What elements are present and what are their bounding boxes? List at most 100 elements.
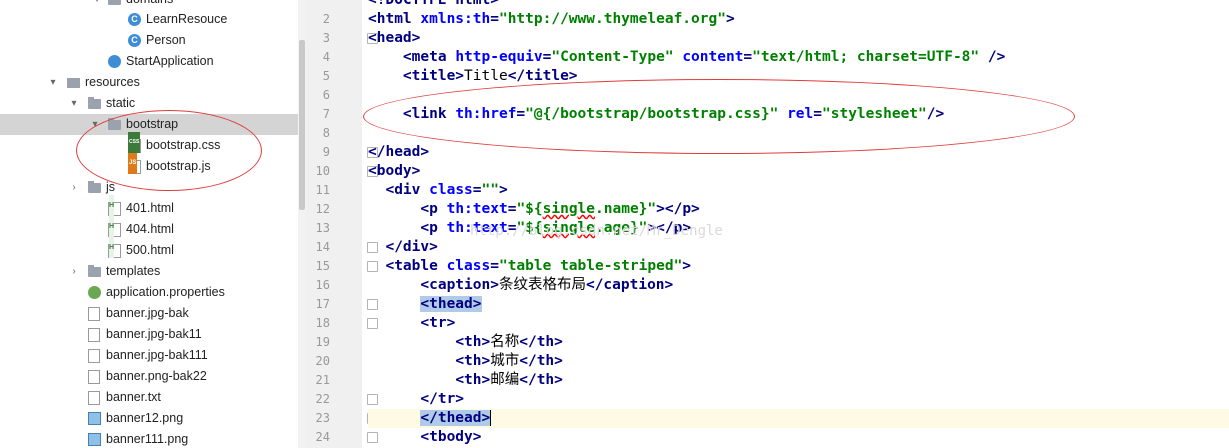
code-token: <head> bbox=[368, 30, 421, 46]
code-token: </div> bbox=[385, 239, 438, 255]
code-token: <!DOCTYPE html> bbox=[368, 0, 499, 8]
tree-item-banner-jpg-bak[interactable]: banner.jpg-bak bbox=[0, 303, 298, 324]
code-token: <th> bbox=[455, 334, 491, 350]
code-line[interactable]: <html xmlns:th="http://www.thymeleaf.org… bbox=[368, 10, 1229, 29]
code-token: = bbox=[743, 49, 753, 65]
code-line[interactable]: <caption>条纹表格布局</caption> bbox=[368, 276, 1229, 295]
tree-item-label: 500.html bbox=[126, 243, 174, 257]
folder-icon bbox=[88, 265, 101, 277]
code-line[interactable]: <table class="table table-striped"> bbox=[368, 257, 1229, 276]
code-token: </head> bbox=[368, 144, 430, 160]
line-number: 16 bbox=[315, 278, 330, 292]
code-line[interactable]: </thead> bbox=[368, 409, 1229, 428]
html-file-icon bbox=[108, 237, 121, 258]
code-line-partial[interactable]: <!DOCTYPE html> bbox=[368, 0, 1229, 10]
tree-item-404-html[interactable]: 404.html bbox=[0, 216, 298, 240]
tree-item-401-html[interactable]: 401.html bbox=[0, 195, 298, 219]
spring-app-icon bbox=[108, 55, 121, 68]
project-tree-scrollbar-thumb[interactable] bbox=[299, 40, 305, 210]
code-token: Title bbox=[464, 68, 508, 84]
line-number: 4 bbox=[322, 50, 330, 64]
line-number: 5 bbox=[322, 69, 330, 83]
code-line[interactable]: <body> bbox=[368, 162, 1229, 181]
code-line[interactable]: <tr> bbox=[368, 314, 1229, 333]
code-line[interactable]: <div class=""> bbox=[368, 181, 1229, 200]
code-token: <th> bbox=[455, 372, 491, 388]
code-token: </th> bbox=[519, 353, 563, 369]
watermark-text: http://blog.csdn.net/Mr_Dengle bbox=[470, 223, 723, 239]
tree-item-templates[interactable]: › templates bbox=[0, 261, 298, 282]
chevron-down-icon[interactable]: ▾ bbox=[47, 72, 59, 93]
code-token: 城市 bbox=[490, 353, 520, 369]
code-token: "http://www.thymeleaf.org" bbox=[498, 11, 726, 27]
line-number: 14 bbox=[315, 240, 330, 254]
tree-item-banner-jpg-bak11[interactable]: banner.jpg-bak11 bbox=[0, 324, 298, 345]
tree-item-label: Person bbox=[146, 33, 186, 47]
code-token: <p bbox=[420, 220, 447, 236]
image-file-icon bbox=[88, 433, 101, 446]
code-token: > bbox=[498, 182, 508, 198]
code-line[interactable]: <head> bbox=[368, 29, 1229, 48]
line-number: 8 bbox=[322, 126, 330, 140]
code-token: "text/html; charset=UTF-8" bbox=[752, 49, 988, 65]
tree-item-label: resources bbox=[85, 75, 140, 89]
line-number: 2 bbox=[322, 12, 330, 26]
code-line[interactable]: <tbody> bbox=[368, 428, 1229, 447]
tree-item-banner-jpg-bak111[interactable]: banner.jpg-bak111 bbox=[0, 345, 298, 366]
folder-icon bbox=[88, 97, 101, 109]
tree-item-banner-txt[interactable]: banner.txt bbox=[0, 387, 298, 408]
code-line[interactable]: <th>城市</th> bbox=[368, 352, 1229, 371]
code-line[interactable]: <th>邮编</th> bbox=[368, 371, 1229, 390]
code-token: single bbox=[542, 201, 596, 217]
code-token: = bbox=[472, 182, 482, 198]
tree-item-label: banner12.png bbox=[106, 411, 184, 425]
text-file-icon bbox=[88, 307, 100, 321]
code-token: <meta bbox=[402, 49, 456, 65]
chevron-down-icon[interactable]: ▾ bbox=[68, 93, 80, 114]
code-token: http-equiv bbox=[455, 49, 543, 65]
tree-item-banner111-png[interactable]: banner111.png bbox=[0, 429, 298, 448]
tree-item-application-properties[interactable]: application.properties bbox=[0, 282, 298, 303]
tree-item-person[interactable]: C Person bbox=[0, 30, 298, 51]
code-line[interactable]: <meta http-equiv="Content-Type" content=… bbox=[368, 48, 1229, 67]
line-number: 6 bbox=[322, 88, 330, 102]
code-token: <th> bbox=[455, 353, 491, 369]
code-line[interactable]: <thead> bbox=[368, 295, 1229, 314]
editor-gutter: 2 3 4 5 6 7 8 9 10 11 12 13 14 15 16 17 18 19 20 21 22 23 24 bbox=[306, 0, 378, 448]
code-token: <title> bbox=[402, 68, 465, 84]
tree-item-label: 401.html bbox=[126, 201, 174, 215]
code-line[interactable]: </tr> bbox=[368, 390, 1229, 409]
tree-item-banner-png-bak22[interactable]: banner.png-bak22 bbox=[0, 366, 298, 387]
class-icon: C bbox=[128, 13, 141, 26]
tree-item-banner12-png[interactable]: banner12.png bbox=[0, 408, 298, 429]
chevron-right-icon[interactable]: › bbox=[68, 177, 80, 198]
code-token: <html bbox=[368, 11, 421, 27]
code-token: </tr> bbox=[420, 391, 465, 407]
code-token: 条纹表格布局 bbox=[498, 277, 586, 293]
code-line[interactable]: <th>名称</th> bbox=[368, 333, 1229, 352]
tree-item-resources[interactable]: ▾ resources bbox=[0, 72, 298, 93]
code-token: th:text bbox=[446, 201, 508, 217]
line-number: 7 bbox=[322, 107, 330, 121]
code-line[interactable]: <p th:text="${single.name}"></p> bbox=[368, 200, 1229, 219]
line-number: 10 bbox=[315, 164, 330, 178]
line-number: 15 bbox=[315, 259, 330, 273]
tree-item-startapplication[interactable]: StartApplication bbox=[0, 51, 298, 72]
tree-item-learnresouce[interactable]: C LearnResouce bbox=[0, 9, 298, 30]
code-token: = bbox=[490, 11, 499, 27]
chevron-right-icon[interactable]: › bbox=[68, 261, 80, 282]
code-line[interactable]: </div> bbox=[368, 238, 1229, 257]
text-file-icon bbox=[88, 370, 100, 384]
tree-item-500-html[interactable]: 500.html bbox=[0, 237, 298, 261]
tree-item-label: banner.png-bak22 bbox=[106, 369, 207, 383]
project-tree-panel[interactable]: ▾domainsCLearnResouceCPersonStartApplica… bbox=[0, 0, 298, 448]
code-editor[interactable]: 2 3 4 5 6 7 8 9 10 11 12 13 14 15 16 17 18 19 20 21 22 23 24 <… bbox=[306, 0, 1229, 448]
